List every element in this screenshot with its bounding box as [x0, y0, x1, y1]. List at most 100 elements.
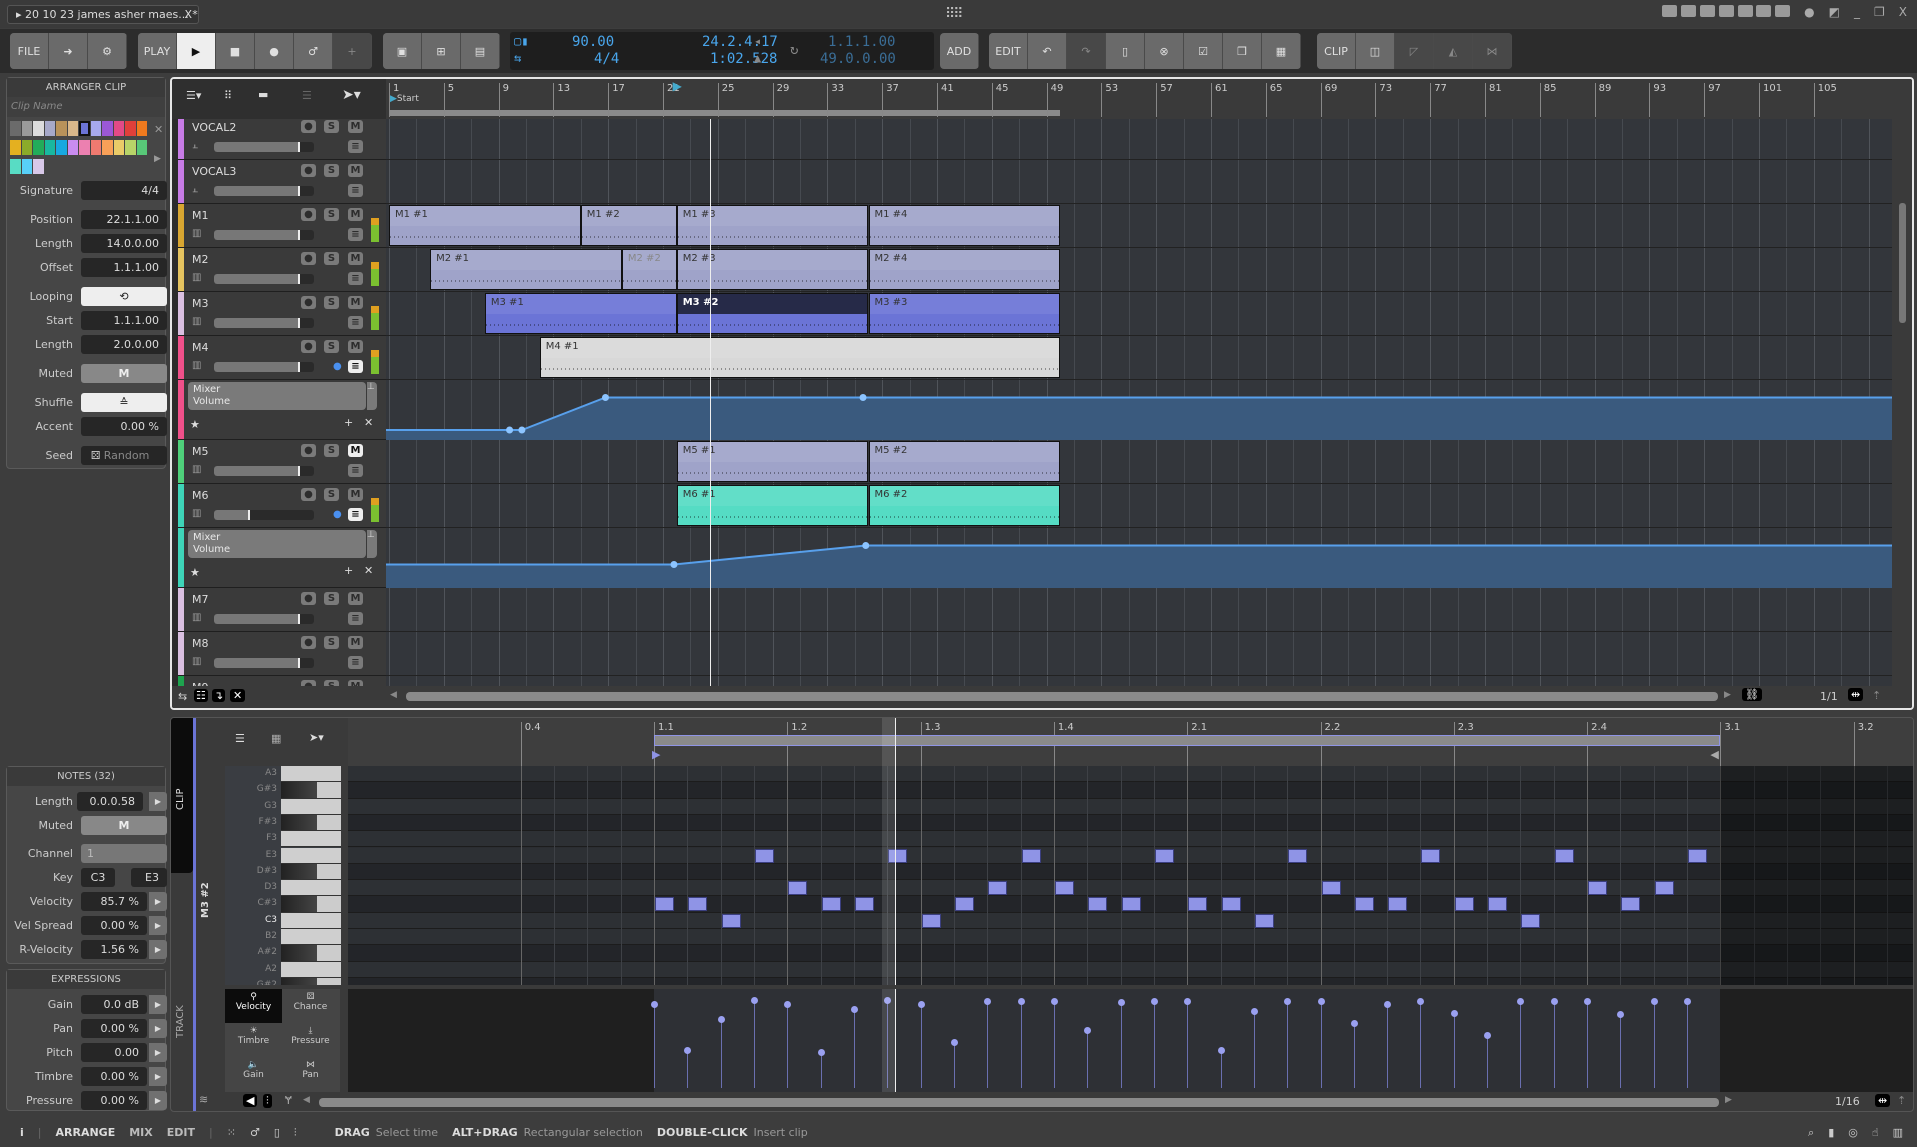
key-low-field[interactable]: C3 — [81, 868, 115, 887]
solo-button[interactable]: S — [324, 444, 339, 457]
stop-button[interactable]: ■ — [216, 33, 255, 69]
file-button[interactable]: FILE — [10, 33, 49, 69]
clip-loop-region[interactable] — [654, 735, 1721, 746]
velocity-stem[interactable] — [920, 1004, 922, 1088]
loop-start-handle-icon[interactable]: ▶ — [652, 748, 660, 761]
velocity-field[interactable]: 85.7 % — [81, 892, 147, 911]
solo-button[interactable]: S — [324, 592, 339, 605]
document-tab[interactable]: ▸ 20 10 23 james asher maes... * X — [7, 5, 199, 24]
loop-start[interactable]: 1.1.1.00 — [828, 34, 895, 50]
playhead[interactable] — [709, 119, 711, 686]
velocity-handle[interactable] — [1250, 1007, 1258, 1015]
automation-point[interactable] — [506, 426, 514, 434]
remove-automation-icon[interactable]: ✕ — [364, 564, 373, 577]
color-swatch[interactable] — [113, 140, 124, 155]
tab-track[interactable]: TRACK — [171, 978, 193, 1078]
fade-icon[interactable]: ◸ — [1395, 33, 1434, 69]
velocity-handle[interactable] — [817, 1049, 825, 1057]
piano-key[interactable] — [281, 863, 341, 881]
arranger-clip[interactable]: M6 #1 — [676, 485, 869, 526]
volume-fader[interactable] — [214, 186, 314, 196]
track-header-m1[interactable]: M1 ● S M ▥ ≡ — [178, 204, 386, 248]
note-grid[interactable] — [348, 766, 1913, 985]
inspector-toggle-icon[interactable]: ▯ — [274, 1126, 280, 1139]
loop-end-handle-icon[interactable]: ◀ — [1710, 748, 1718, 761]
velocity-handle[interactable] — [1650, 997, 1658, 1005]
color-swatch[interactable] — [21, 159, 32, 174]
list-view-icon[interactable]: ☰ — [235, 732, 245, 745]
velocity-stem[interactable] — [787, 1004, 789, 1088]
automation-point[interactable] — [670, 561, 678, 568]
layers-icon[interactable]: ≋ — [199, 1093, 208, 1106]
automation-point[interactable] — [859, 394, 867, 401]
note-mute-toggle[interactable]: M — [81, 816, 167, 835]
note[interactable] — [988, 881, 1008, 896]
pan-arrow-icon[interactable]: ▶ — [149, 1019, 167, 1038]
volume-fader[interactable] — [214, 318, 314, 328]
gain-arrow-icon[interactable]: ▶ — [149, 995, 167, 1014]
track-header-m6-automation[interactable]: Mixer Volume ⊥ ★ + ✕ — [178, 528, 386, 588]
gain-field[interactable]: 0.0 dB — [81, 995, 147, 1014]
piano-key[interactable] — [281, 814, 341, 832]
play-button[interactable]: ▶ — [177, 33, 216, 69]
automation-lane[interactable] — [386, 380, 1892, 440]
note[interactable] — [1021, 848, 1041, 863]
track-menu-button[interactable]: ≡ — [348, 140, 363, 153]
play-menu-button[interactable]: PLAY — [138, 33, 177, 69]
piano-key[interactable] — [281, 896, 341, 913]
velocity-handle[interactable] — [1584, 997, 1592, 1005]
fold-icon[interactable]: ↴ — [212, 689, 226, 702]
record-arm-button[interactable]: ● — [301, 208, 316, 221]
arranger-clip[interactable]: M2 #2 — [621, 249, 677, 290]
pin-icon[interactable]: ⇡ — [1872, 689, 1881, 702]
volume-fader[interactable] — [214, 274, 314, 284]
velocity-stem[interactable] — [1353, 1022, 1355, 1088]
note-length-field[interactable]: 0.0.0.58 — [77, 792, 143, 811]
expression-button-pressure[interactable]: ⤓ Pressure — [282, 1023, 339, 1057]
overdub-button[interactable]: ⊞ — [422, 33, 461, 69]
volume-fader[interactable] — [214, 142, 314, 152]
velocity-arrow-icon[interactable]: ▶ — [149, 892, 167, 911]
timbre-arrow-icon[interactable]: ▶ — [149, 1067, 167, 1086]
follow-icon[interactable]: ☰ — [302, 89, 312, 102]
color-swatch[interactable] — [56, 121, 67, 136]
velocity-handle[interactable] — [1017, 997, 1025, 1005]
color-swatch[interactable] — [90, 121, 101, 136]
note[interactable] — [1454, 897, 1474, 912]
clear-color-icon[interactable]: ✕ — [154, 123, 163, 136]
edit-menu-button[interactable]: EDIT — [989, 33, 1028, 69]
velocity-stem[interactable] — [1153, 1000, 1155, 1088]
solo-button[interactable]: S — [324, 164, 339, 177]
color-swatch[interactable] — [56, 140, 67, 155]
detail-ruler[interactable]: 0.41.11.21.31.42.12.22.32.43.13.23.3▶◀ — [348, 718, 1913, 766]
note[interactable] — [1154, 848, 1174, 863]
consolidate-icon[interactable]: ▦ — [1262, 33, 1301, 69]
timbre-field[interactable]: 0.00 % — [81, 1067, 147, 1086]
color-swatch[interactable] — [33, 159, 44, 174]
note[interactable] — [1421, 848, 1441, 863]
detail-playhead[interactable] — [881, 989, 896, 1092]
note[interactable] — [1488, 897, 1508, 912]
color-swatch[interactable] — [102, 121, 113, 136]
detail-playhead[interactable] — [881, 766, 896, 985]
automation-parameter-select[interactable]: Mixer Volume — [188, 530, 366, 558]
info-icon[interactable]: i — [20, 1126, 24, 1139]
velocity-stem[interactable] — [1020, 1000, 1022, 1088]
velocity-stem[interactable] — [1687, 1000, 1689, 1088]
key-high-field[interactable]: E3 — [131, 868, 167, 887]
link-icon[interactable]: ⛓ — [1742, 688, 1762, 701]
track-menu-button[interactable]: ≡ — [348, 656, 363, 669]
piano-key[interactable] — [281, 831, 341, 848]
color-swatch[interactable] — [21, 121, 32, 136]
crossfade-icon[interactable]: ⋈ — [1473, 33, 1512, 69]
arranger-clip[interactable]: M2 #4 — [868, 249, 1061, 290]
close-tab-button[interactable]: X — [184, 6, 192, 23]
arranger-clip[interactable]: M1 #3 — [676, 205, 869, 246]
color-swatch[interactable] — [102, 140, 113, 155]
arranger-clip[interactable]: M1 #2 — [580, 205, 677, 246]
keyboard-layout-icons[interactable] — [1662, 5, 1791, 20]
close-lanes-icon[interactable]: ✕ — [230, 689, 246, 702]
arranger-ruler[interactable]: ▶Start 1 5 9 13 17 21 25 29 33 37 41 45 49 53 57 61 65 69… — [386, 79, 1892, 119]
mute-button[interactable]: M — [348, 252, 363, 265]
record-arm-button[interactable]: ● — [301, 636, 316, 649]
